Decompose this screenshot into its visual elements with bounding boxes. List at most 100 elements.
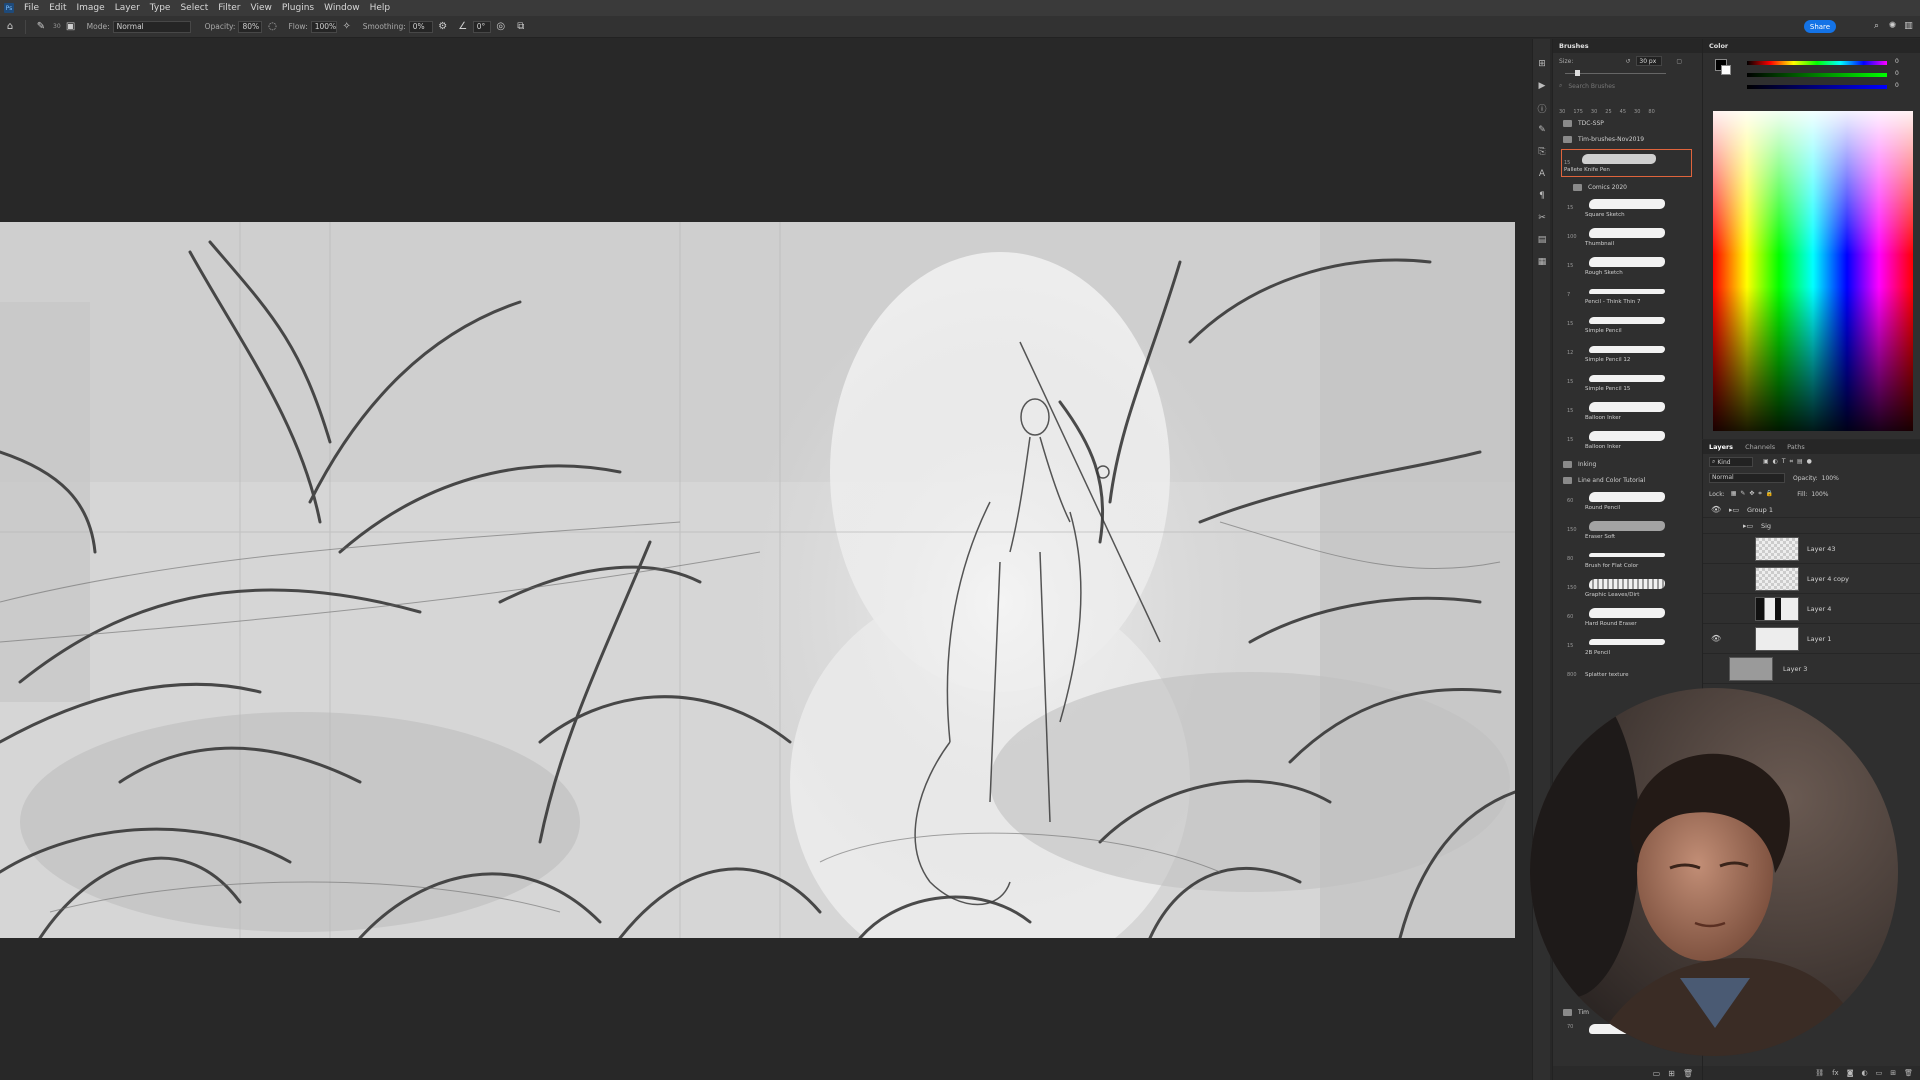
brush-tool-icon[interactable]: ✎ [35,21,47,33]
brush-item[interactable]: 15 Simple Pencil [1553,311,1702,340]
menu-help[interactable]: Help [365,3,396,13]
menu-layer[interactable]: Layer [110,3,145,13]
share-button[interactable]: Share [1804,20,1836,33]
info-icon[interactable]: ⓘ [1533,97,1551,119]
fill-value[interactable]: 100% [1811,491,1828,498]
menu-select[interactable]: Select [175,3,213,13]
brush-item[interactable]: 60 Round Pencil [1553,488,1702,517]
pressure-opacity-icon[interactable]: ◌ [266,21,278,33]
airbrush-icon[interactable]: ✧ [341,21,353,33]
kind-filter[interactable]: ⌕ Kind [1709,457,1753,467]
menu-view[interactable]: View [246,3,277,13]
symmetry-icon[interactable]: ⧉ [515,21,527,33]
filter-icons[interactable]: ▣◐T⌗▤● [1763,458,1816,466]
brush-item[interactable]: 800 Splatter texture [1553,662,1702,691]
layer-row-group1[interactable]: 👁 ▸▭ Group 1 [1703,502,1920,518]
layer-row[interactable]: Layer 4 copy [1703,564,1920,594]
brush-size-field[interactable]: 30 px [1636,56,1663,66]
brush-selected[interactable]: 15 Pallete Knife Pen [1561,149,1692,177]
opacity-field[interactable]: 80% [238,20,263,33]
color-spectrum-field[interactable] [1713,111,1913,431]
sketch-canvas[interactable] [0,222,1515,938]
preset-size-6[interactable]: 30 [1634,109,1640,115]
discover-icon[interactable]: ✺ [1887,21,1898,32]
tab-paths[interactable]: Paths [1781,443,1811,451]
folder-inking[interactable]: Inking [1553,456,1702,472]
angle-icon[interactable]: ∠ [457,21,469,33]
folder-tim-brushes[interactable]: Tim-brushes-Nov2019 [1553,131,1702,147]
layer-row-sig[interactable]: ▸▭ Sig [1703,518,1920,534]
menu-file[interactable]: File [19,3,44,13]
layer-row[interactable]: Layer 43 [1703,534,1920,564]
menu-edit[interactable]: Edit [44,3,71,13]
gear-icon[interactable]: ⚙ [437,21,449,33]
green-value[interactable]: 0 [1895,70,1899,77]
blue-slider[interactable] [1747,85,1887,89]
layer-row[interactable]: Layer 4 [1703,594,1920,624]
preset-size-1[interactable]: 30 [1559,109,1565,115]
reset-icon[interactable]: ↺ [1625,58,1630,65]
angle-field[interactable]: 0° [472,20,491,33]
home-icon[interactable]: ⌂ [4,21,16,33]
brush-search[interactable]: ⌕ Search Brushes [1553,79,1702,93]
layer-opacity-value[interactable]: 100% [1822,475,1839,482]
folder-tdc[interactable]: TDC-SSP [1553,115,1702,131]
flow-field[interactable]: 100% [310,20,337,33]
red-value[interactable]: 0 [1895,58,1899,65]
brushes-panel-icon[interactable]: ✎ [1533,119,1551,141]
clone-source-icon[interactable]: ⎘ [1533,141,1551,163]
tool-presets-icon[interactable]: ✂ [1533,207,1551,229]
search-icon[interactable]: ⌕ [1871,21,1882,32]
background-swatch[interactable] [1721,65,1731,75]
menu-type[interactable]: Type [145,3,176,13]
paragraph-icon[interactable]: ¶ [1533,185,1551,207]
adjustments-icon[interactable]: ▦ [1533,251,1551,273]
preset-size-5[interactable]: 45 [1620,109,1626,115]
preset-size-2[interactable]: 175 [1573,109,1583,115]
lock-icons[interactable]: ▦✎✥⌗🔒 [1731,490,1778,498]
preset-size-4[interactable]: 25 [1605,109,1611,115]
size-slider[interactable] [1559,69,1696,79]
blue-value[interactable]: 0 [1895,82,1899,89]
menu-window[interactable]: Window [319,3,365,13]
brushes-panel-tab[interactable]: Brushes [1553,39,1702,53]
new-brush-icon[interactable]: ▢ [1676,58,1682,65]
blend-mode-select[interactable]: Normal [1709,473,1785,483]
red-slider[interactable] [1747,61,1887,65]
brush-item[interactable]: 15 Balloon Inker [1553,427,1702,456]
green-slider[interactable] [1747,73,1887,77]
menu-plugins[interactable]: Plugins [277,3,319,13]
delete-icon[interactable]: 🗑 [1904,1069,1913,1077]
tab-channels[interactable]: Channels [1739,443,1781,451]
brush-item[interactable]: 150 Graphic Leaves/Dirt [1553,575,1702,604]
layer-row[interactable]: Layer 3 [1703,654,1920,684]
brush-item[interactable]: 80 Brush for Flat Color [1553,546,1702,575]
visibility-eye-icon[interactable]: 👁 [1711,505,1721,514]
brush-item[interactable]: 150 Eraser Soft [1553,517,1702,546]
fx-icon[interactable]: fx [1832,1069,1839,1077]
delete-icon[interactable]: 🗑 [1683,1069,1693,1078]
new-brush-icon[interactable]: ⊞ [1668,1069,1675,1078]
color-panel-tab[interactable]: Color [1703,39,1920,53]
mode-select[interactable]: Normal [112,20,191,33]
visibility-eye-icon[interactable]: 👁 [1711,634,1721,643]
brush-panel-toggle-icon[interactable]: ▣ [65,21,77,33]
brush-item[interactable]: 15 Simple Pencil 15 [1553,369,1702,398]
new-layer-icon[interactable]: ⊞ [1890,1069,1896,1077]
adjustment-icon[interactable]: ◐ [1862,1069,1868,1077]
brush-item[interactable]: 7 Pencil - Think Thin 7 [1553,282,1702,311]
character-icon[interactable]: A [1533,163,1551,185]
brush-size-readout[interactable]: 30 [53,23,61,30]
brush-item[interactable]: 100 Thumbnail [1553,224,1702,253]
link-icon[interactable]: ⛓ [1815,1069,1824,1077]
history-icon[interactable]: ⊞ [1533,53,1551,75]
brush-item[interactable]: 60 Hard Round Eraser [1553,604,1702,633]
brush-item[interactable]: 15 Balloon Inker [1553,398,1702,427]
mask-icon[interactable]: ◙ [1847,1069,1854,1077]
preset-size-3[interactable]: 30 [1591,109,1597,115]
brush-item[interactable]: 15 Rough Sketch [1553,253,1702,282]
menu-filter[interactable]: Filter [213,3,245,13]
libraries-icon[interactable]: ▤ [1533,229,1551,251]
canvas-area[interactable] [0,39,1532,1080]
brush-item[interactable]: 12 Simple Pencil 12 [1553,340,1702,369]
